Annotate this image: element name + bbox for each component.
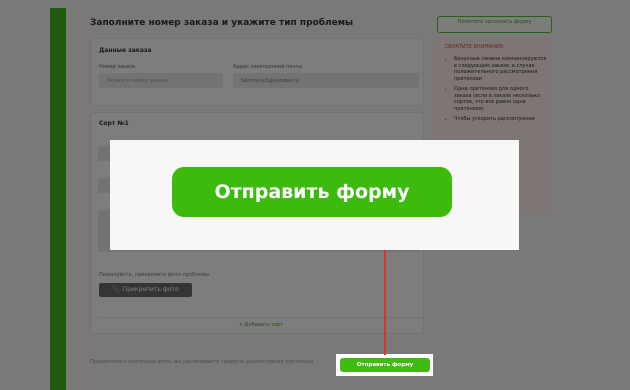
zoomed-submit-button[interactable]: Отправить форму bbox=[172, 167, 452, 217]
callout-connector-line bbox=[384, 248, 386, 355]
submit-button[interactable]: Отправить форму bbox=[340, 358, 430, 372]
